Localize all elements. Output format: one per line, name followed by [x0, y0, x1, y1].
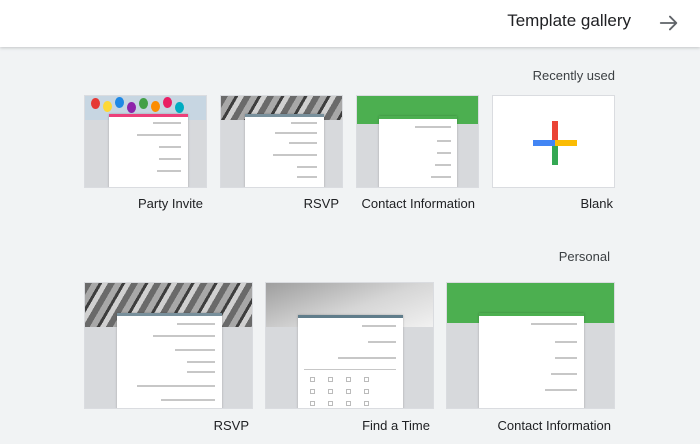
template-thumbnail: [356, 95, 479, 188]
template-card-contact-information[interactable]: Contact Information: [446, 282, 615, 434]
template-thumbnail: [84, 282, 253, 409]
section-title-recent: Recently used: [532, 68, 615, 83]
template-label: Blank: [580, 196, 613, 211]
template-card-blank[interactable]: Blank: [492, 95, 615, 213]
template-label: Party Invite: [137, 196, 203, 211]
template-label: Find a Time: [362, 418, 430, 433]
template-label: Contact Information: [497, 418, 611, 433]
template-thumbnail: [265, 282, 434, 409]
template-thumbnail: [446, 282, 615, 409]
template-card-find-a-time[interactable]: Find a Time: [265, 282, 434, 434]
template-thumbnail: [84, 95, 207, 188]
template-card-party-invite[interactable]: Party Invite: [84, 95, 207, 213]
template-label: RSVP: [303, 196, 339, 211]
section-title-personal: Personal: [558, 249, 610, 264]
page-title: Template gallery: [507, 11, 631, 30]
template-thumbnail: [220, 95, 343, 188]
template-card-rsvp[interactable]: RSVP: [84, 282, 253, 434]
arrow-back-icon[interactable]: [658, 12, 680, 34]
template-card-rsvp[interactable]: RSVP: [220, 95, 343, 213]
template-label: Contact Information: [361, 196, 475, 211]
template-label: RSVP: [213, 418, 249, 433]
plus-icon: [533, 121, 577, 165]
app-header: Template gallery: [0, 0, 700, 47]
template-card-contact-information[interactable]: Contact Information: [356, 95, 479, 213]
template-thumbnail: [492, 95, 615, 188]
